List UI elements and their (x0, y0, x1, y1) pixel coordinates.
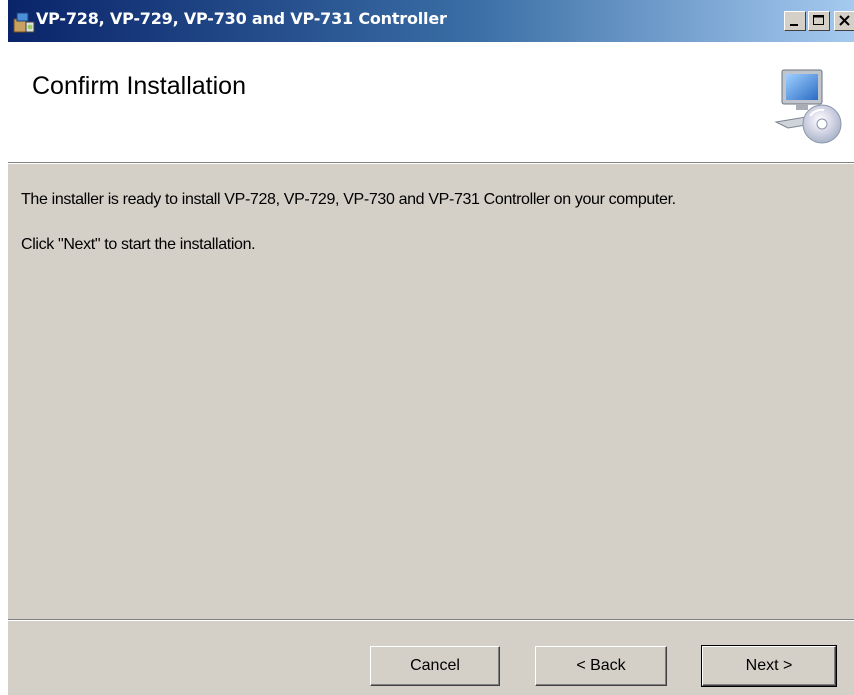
wizard-header: Confirm Installation (8, 42, 854, 162)
ready-message: The installer is ready to install VP-728… (21, 191, 676, 208)
close-button[interactable] (834, 11, 854, 31)
close-icon (839, 15, 850, 26)
maximize-icon (813, 15, 824, 25)
header-divider (8, 162, 854, 164)
window-title: VP-728, VP-729, VP-730 and VP-731 Contro… (36, 9, 447, 28)
cancel-button[interactable]: Cancel (370, 646, 500, 686)
installer-app-icon (12, 10, 36, 34)
minimize-button[interactable] (784, 11, 806, 31)
next-button[interactable]: Next > (701, 645, 837, 687)
maximize-button[interactable] (808, 11, 830, 31)
footer-divider (8, 619, 854, 621)
next-instruction: Click "Next" to start the installation. (21, 236, 256, 253)
title-bar[interactable]: VP-728, VP-729, VP-730 and VP-731 Contro… (8, 0, 854, 42)
computer-cd-icon (772, 66, 842, 146)
minimize-icon (790, 24, 798, 26)
installer-window: VP-728, VP-729, VP-730 and VP-731 Contro… (8, 0, 854, 695)
page-title: Confirm Installation (32, 72, 246, 100)
back-button[interactable]: < Back (535, 646, 667, 686)
